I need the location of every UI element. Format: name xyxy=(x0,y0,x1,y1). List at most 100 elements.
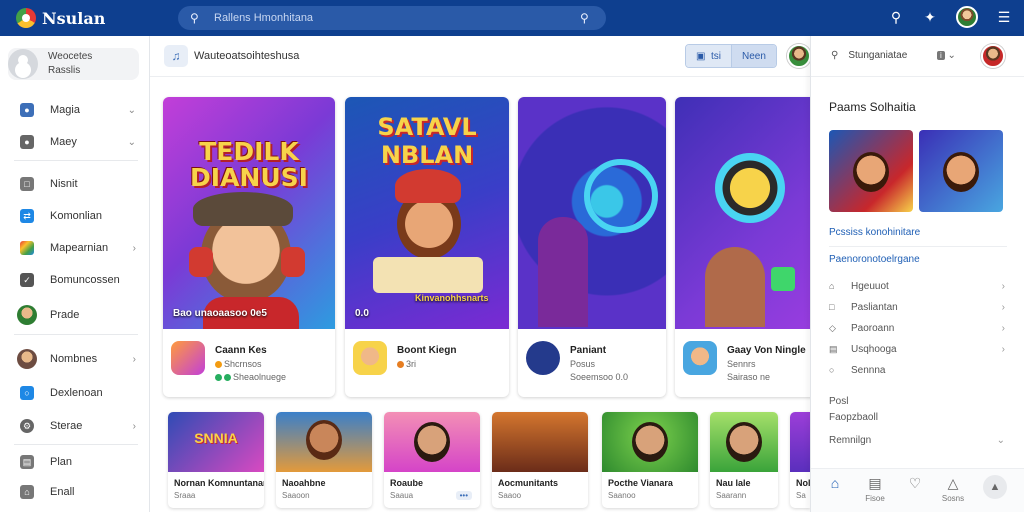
search-input[interactable]: Rallens Hmonhitana xyxy=(214,12,580,24)
toggle-right[interactable]: Neen xyxy=(731,45,776,67)
game-meta-2: Sheaolnuege xyxy=(215,372,286,382)
game-thumbnail[interactable]: Aocmunitants Saaoo xyxy=(492,412,588,508)
thumbnail-image xyxy=(602,412,698,472)
game-icon xyxy=(353,341,387,375)
panel-link[interactable]: Paenoronotoelrgane xyxy=(829,254,920,265)
thumbnail-meta: Sraaa xyxy=(174,491,196,500)
view-toggle[interactable]: ▣ tsi Neen xyxy=(685,44,777,68)
panel-option[interactable]: i ⌄ xyxy=(937,50,956,61)
game-thumbnail[interactable]: Naoahbne Saaoon xyxy=(276,412,372,508)
right-panel: ⚲ Stunganiatae i ⌄ Paams Solhaitia Pcssi… xyxy=(810,36,1024,512)
sidebar-item-bomuncossen[interactable]: ✓ Bomuncossen xyxy=(0,268,150,292)
thumbnail-title: Nol xyxy=(796,478,810,488)
banner-title: TEDILK DIANUSI xyxy=(190,137,308,192)
panel-text: Posl xyxy=(829,396,849,407)
sidebar-item-prade[interactable]: Prade xyxy=(0,303,150,327)
search-submit-icon[interactable]: ⚲ xyxy=(580,11,594,25)
user-avatar[interactable] xyxy=(787,44,811,68)
search-bar[interactable]: ⚲ Rallens Hmonhitana ⚲ xyxy=(178,6,606,30)
bell-icon: △ xyxy=(947,475,959,491)
thumbnail-title: Naoahbne xyxy=(282,478,326,488)
bottom-nav-favorites[interactable]: ♡ xyxy=(895,475,935,492)
game-meta: Sennrs xyxy=(727,359,756,369)
bottom-nav-warning[interactable]: ▲ xyxy=(975,475,1015,499)
puzzle-icon[interactable]: ✦ xyxy=(922,9,938,26)
sidebar-item-dexlenoan[interactable]: ○ Dexlenoan xyxy=(0,381,150,405)
search-icon[interactable]: ⚲ xyxy=(888,9,904,26)
sidebar-item-nombnes[interactable]: Nombnes › xyxy=(0,347,150,371)
game-card[interactable]: TEDILK DIANUSI Bao unaoaasoo 0e5 Caann K… xyxy=(163,97,335,397)
thumbnail-title: Roaube xyxy=(390,478,424,488)
bottom-nav-home[interactable]: ⌂ xyxy=(815,475,855,491)
sidebar-item-komonlian[interactable]: ⇄ Komonlian xyxy=(0,204,150,228)
music-icon[interactable]: ♫ xyxy=(164,45,188,67)
panel-divider xyxy=(811,76,1024,77)
panel-item[interactable]: ▤ Usqhooga › xyxy=(829,341,1005,357)
panel-item[interactable]: □ Pasliantan › xyxy=(829,299,1005,315)
game-thumbnail[interactable]: SNNIA Nornan Komnuntanant Sraaa xyxy=(168,412,264,508)
user-avatar[interactable] xyxy=(956,6,978,28)
banner-caption: 0.0 xyxy=(355,308,369,319)
thumbnail-image xyxy=(276,412,372,472)
app-logo[interactable]: Nsulan xyxy=(16,8,156,28)
sidebar-item-magia[interactable]: ● Magia ⌄ xyxy=(0,98,150,122)
user-icon: ● xyxy=(20,103,34,117)
panel-search-text: Stunganiatae xyxy=(848,50,908,61)
thumbnail-image xyxy=(384,412,480,472)
profile-card[interactable]: Weocetes Rasslis xyxy=(8,48,139,80)
bottom-nav-label: Fisoe xyxy=(865,494,885,503)
bottom-nav: ⌂ ▤ Fisoe ♡ △ Sosns ▲ xyxy=(811,468,1024,512)
more-icon[interactable]: ••• xyxy=(455,491,472,500)
panel-item[interactable]: Remnilgn ⌄ xyxy=(829,432,1005,448)
game-title: Caann Kes xyxy=(215,345,267,356)
option-badge: i xyxy=(937,51,945,60)
panel-avatar[interactable] xyxy=(981,44,1005,68)
sidebar-item-plan[interactable]: ▤ Plan xyxy=(0,450,150,474)
sidebar-item-sterae[interactable]: ⚙ Sterae › xyxy=(0,414,150,438)
thumbnail-meta: Saanoo xyxy=(608,491,636,500)
panel-search[interactable]: ⚲ Stunganiatae xyxy=(831,50,907,61)
card-banner xyxy=(675,97,825,329)
sidebar-item-maey[interactable]: ● Maey ⌄ xyxy=(0,130,150,154)
sidebar-item-nisnit[interactable]: □ Nisnit xyxy=(0,172,150,196)
game-meta: Shcrnsos xyxy=(215,359,286,369)
card-info: Caann Kes Shcrnsos Sheaolnuege xyxy=(171,341,286,382)
menu-icon[interactable]: ☰ xyxy=(996,9,1012,26)
pin-icon: ○ xyxy=(829,365,835,375)
game-thumbnail[interactable]: Nol Sa xyxy=(790,412,810,508)
sidebar: Weocetes Rasslis ● Magia ⌄ ● Maey ⌄ □ Ni… xyxy=(0,36,150,512)
game-thumbnail[interactable]: Pocthe Vianara Saanoo xyxy=(602,412,698,508)
card-info: Paniant Posus Soeemsoo 0.0 xyxy=(526,341,628,382)
toggle-left[interactable]: ▣ tsi xyxy=(686,45,732,67)
bottom-nav-files[interactable]: ▤ Fisoe xyxy=(855,475,895,504)
featured-image[interactable] xyxy=(829,130,913,212)
game-title: Boont Kiegn xyxy=(397,345,457,356)
sidebar-item-label: Maey xyxy=(50,136,77,148)
search-icon: ⚲ xyxy=(831,50,839,61)
sidebar-item-label: Magia xyxy=(50,104,80,116)
featured-image[interactable] xyxy=(919,130,1003,212)
panel-item-label: Sennna xyxy=(851,364,886,376)
game-meta-2: Soeemsoo 0.0 xyxy=(570,372,629,382)
profile-avatar xyxy=(8,49,38,79)
headphone-left xyxy=(189,247,213,277)
panel-link[interactable]: Pcssiss konohinitare xyxy=(829,227,920,238)
game-thumbnail[interactable]: Roaube Saaua ••• xyxy=(384,412,480,508)
sidebar-item-label: Nisnit xyxy=(50,178,78,190)
panel-text: Faopzbaoll xyxy=(829,412,878,423)
game-card[interactable]: SATAVL NBLAN Kinvanohhsnarts 0.0 Boont K… xyxy=(345,97,509,397)
bottom-nav-label: Sosns xyxy=(941,494,965,503)
game-card[interactable]: Gaay Von Ningle Sennrs Sairaso ne xyxy=(675,97,825,397)
game-thumbnail[interactable]: Nau lale Saarann xyxy=(710,412,778,508)
panel-item[interactable]: ○ Sennna xyxy=(829,362,1005,378)
character-figure xyxy=(414,422,450,462)
bottom-nav-alerts[interactable]: △ Sosns xyxy=(933,475,973,504)
game-card[interactable]: Paniant Posus Soeemsoo 0.0 xyxy=(518,97,666,397)
panel-item[interactable]: ⌂ Hgeuuot › xyxy=(829,278,1005,294)
calendar-icon: □ xyxy=(20,177,34,191)
home-icon: ⌂ xyxy=(20,485,34,499)
sidebar-item-mapearnian[interactable]: Mapearnian › xyxy=(0,236,150,260)
panel-item[interactable]: ◇ Paoroann › xyxy=(829,320,1005,336)
character-silhouette xyxy=(538,217,588,327)
sidebar-item-enall[interactable]: ⌂ Enall xyxy=(0,480,150,504)
